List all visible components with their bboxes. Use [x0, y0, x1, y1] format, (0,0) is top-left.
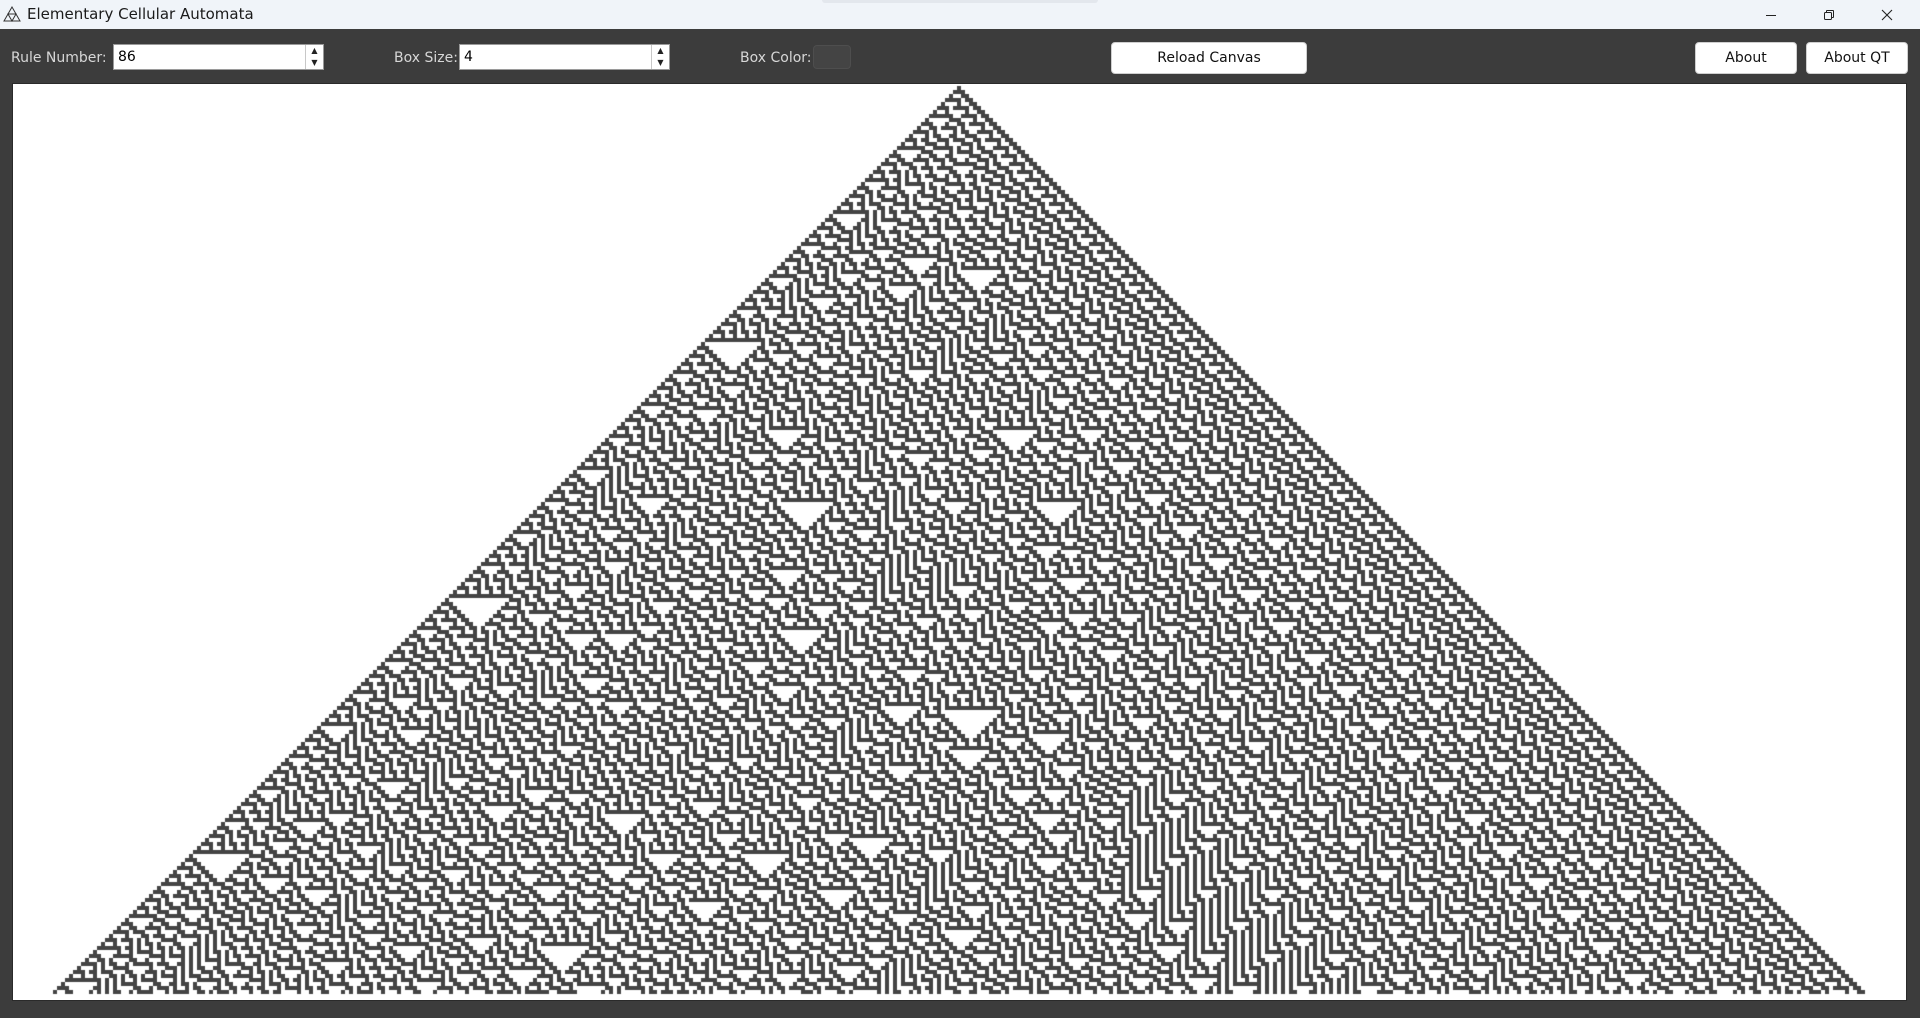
sierpinski-app-icon	[3, 5, 21, 23]
automaton-drawing	[13, 84, 1906, 1000]
box-size-input[interactable]	[460, 45, 650, 69]
spin-down-icon[interactable]: ▼	[306, 57, 323, 69]
spin-up-icon[interactable]: ▲	[306, 45, 323, 57]
toolbar: Rule Number: ▲ ▼ Box Size: ▲ ▼ Box Color…	[0, 29, 1920, 83]
about-qt-button[interactable]: About QT	[1806, 42, 1908, 74]
about-button[interactable]: About	[1695, 42, 1797, 74]
rule-number-input[interactable]	[114, 45, 304, 69]
close-icon	[1881, 9, 1893, 21]
minimize-icon	[1765, 9, 1777, 21]
restore-icon	[1823, 9, 1835, 21]
box-size-label: Box Size:	[394, 50, 458, 66]
rule-number-label: Rule Number:	[11, 50, 107, 66]
rule-number-stepper[interactable]: ▲ ▼	[305, 45, 323, 69]
box-color-label: Box Color:	[740, 50, 812, 66]
minimize-button[interactable]	[1742, 0, 1800, 29]
title-bar-notch	[822, 0, 1098, 3]
automaton-canvas[interactable]	[12, 83, 1907, 1001]
window-title: Elementary Cellular Automata	[27, 5, 254, 23]
close-button[interactable]	[1858, 0, 1916, 29]
restore-button[interactable]	[1800, 0, 1858, 29]
box-size-stepper[interactable]: ▲ ▼	[651, 45, 669, 69]
rule-number-spinbox[interactable]: ▲ ▼	[113, 44, 324, 70]
box-color-picker[interactable]	[813, 45, 851, 69]
box-size-spinbox[interactable]: ▲ ▼	[459, 44, 670, 70]
spin-up-icon[interactable]: ▲	[652, 45, 669, 57]
reload-canvas-button[interactable]: Reload Canvas	[1111, 42, 1307, 74]
spin-down-icon[interactable]: ▼	[652, 57, 669, 69]
title-bar: Elementary Cellular Automata	[0, 0, 1920, 29]
